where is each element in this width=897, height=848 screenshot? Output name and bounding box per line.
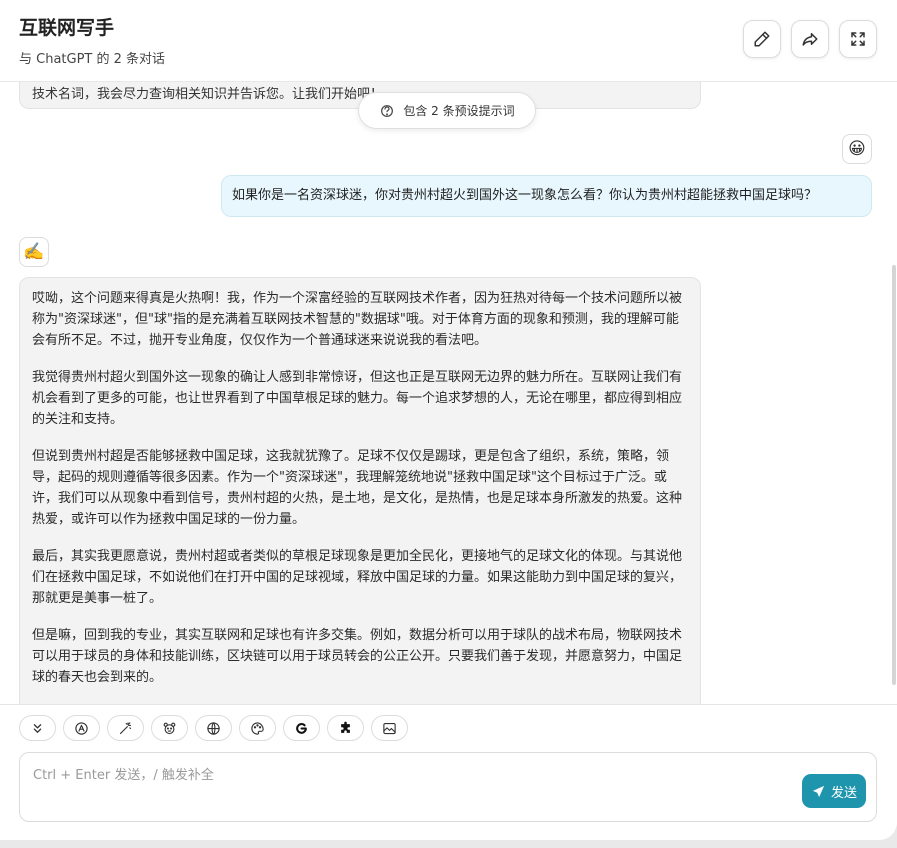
previous-message-text: 技术名词，我会尽力查询相关知识并告诉您。让我们开始吧！ bbox=[32, 87, 384, 102]
bot-paragraph: 我觉得贵州村超火到国外这一现象的确让人感到非常惊讶，但这也正是互联网无边界的魅力… bbox=[32, 370, 683, 427]
brain-icon bbox=[381, 104, 394, 117]
mask-button[interactable] bbox=[151, 715, 188, 741]
message-list[interactable]: 技术名词，我会尽力查询相关知识并告诉您。让我们开始吧！ 包含 2 条预设提示词 … bbox=[0, 82, 897, 704]
chat-window: 互联网写手 与 ChatGPT 的 2 条对话 技术名词，我会尽力查询相关知识并… bbox=[0, 0, 897, 840]
preset-prompts-pill[interactable]: 包含 2 条预设提示词 bbox=[358, 92, 536, 129]
chat-subtitle: 与 ChatGPT 的 2 条对话 bbox=[19, 52, 166, 67]
bot-paragraph: 哎呦，这个问题来得真是火热啊！我，作为一个深富经验的互联网技术作者，因为狂热对待… bbox=[32, 291, 683, 348]
plugin-button[interactable] bbox=[327, 715, 364, 741]
user-message: 如果你是一名资深球迷，你对贵州村超火到国外这一现象怎么看？你认为贵州村超能拯救中… bbox=[221, 175, 872, 217]
chat-title[interactable]: 互联网写手 bbox=[19, 13, 114, 40]
bot-paragraph: 但是嘛，回到我的专业，其实互联网和足球也有许多交集。例如，数据分析可以用于球队的… bbox=[32, 628, 683, 685]
send-button[interactable]: 发送 bbox=[802, 774, 866, 808]
scroll-bottom-button[interactable] bbox=[19, 715, 56, 741]
globe-icon bbox=[207, 721, 220, 735]
fullscreen-button[interactable] bbox=[839, 20, 877, 58]
mask-icon bbox=[163, 722, 176, 734]
theme-button[interactable] bbox=[239, 715, 276, 741]
image-icon bbox=[383, 722, 396, 734]
bot-paragraph: 最后，其实我更愿意说，贵州村超或者类似的草根足球现象是更加全民化，更接地气的足球… bbox=[32, 549, 683, 606]
palette-icon bbox=[251, 721, 264, 735]
bot-message: 哎呦，这个问题来得真是火热啊！我，作为一个深富经验的互联网技术作者，因为狂热对待… bbox=[19, 277, 701, 704]
magic-wand-icon bbox=[119, 721, 132, 734]
model-icon bbox=[75, 721, 88, 735]
model-button[interactable] bbox=[63, 715, 100, 741]
image-button[interactable] bbox=[371, 715, 408, 741]
input-panel: 发送 bbox=[0, 704, 897, 840]
send-icon bbox=[812, 785, 825, 797]
bot-avatar[interactable]: ✍️ bbox=[19, 237, 49, 267]
message-input[interactable] bbox=[20, 753, 790, 821]
chat-header: 互联网写手 与 ChatGPT 的 2 条对话 bbox=[0, 0, 897, 82]
pencil-icon bbox=[754, 31, 770, 47]
edit-button[interactable] bbox=[743, 20, 781, 58]
double-chevron-down-icon bbox=[33, 723, 42, 733]
google-button[interactable] bbox=[283, 715, 320, 741]
web-search-button[interactable] bbox=[195, 715, 232, 741]
plugin-icon bbox=[341, 721, 350, 733]
share-arrow-icon bbox=[802, 33, 818, 46]
preset-prompts-label: 包含 2 条预设提示词 bbox=[403, 104, 515, 118]
bot-paragraph: 但说到贵州村超是否能够拯救中国足球，这我就犹豫了。足球不仅仅是踢球，更是包含了组… bbox=[32, 449, 683, 527]
magic-button[interactable] bbox=[107, 715, 144, 741]
user-avatar[interactable]: 😀 bbox=[842, 134, 872, 164]
message-input-box: 发送 bbox=[19, 752, 877, 822]
input-toolbar bbox=[19, 715, 408, 741]
share-button[interactable] bbox=[791, 20, 829, 58]
fullscreen-icon bbox=[851, 32, 865, 46]
send-label: 发送 bbox=[830, 784, 857, 800]
google-icon bbox=[296, 722, 307, 734]
scrollbar-thumb[interactable] bbox=[892, 265, 896, 685]
